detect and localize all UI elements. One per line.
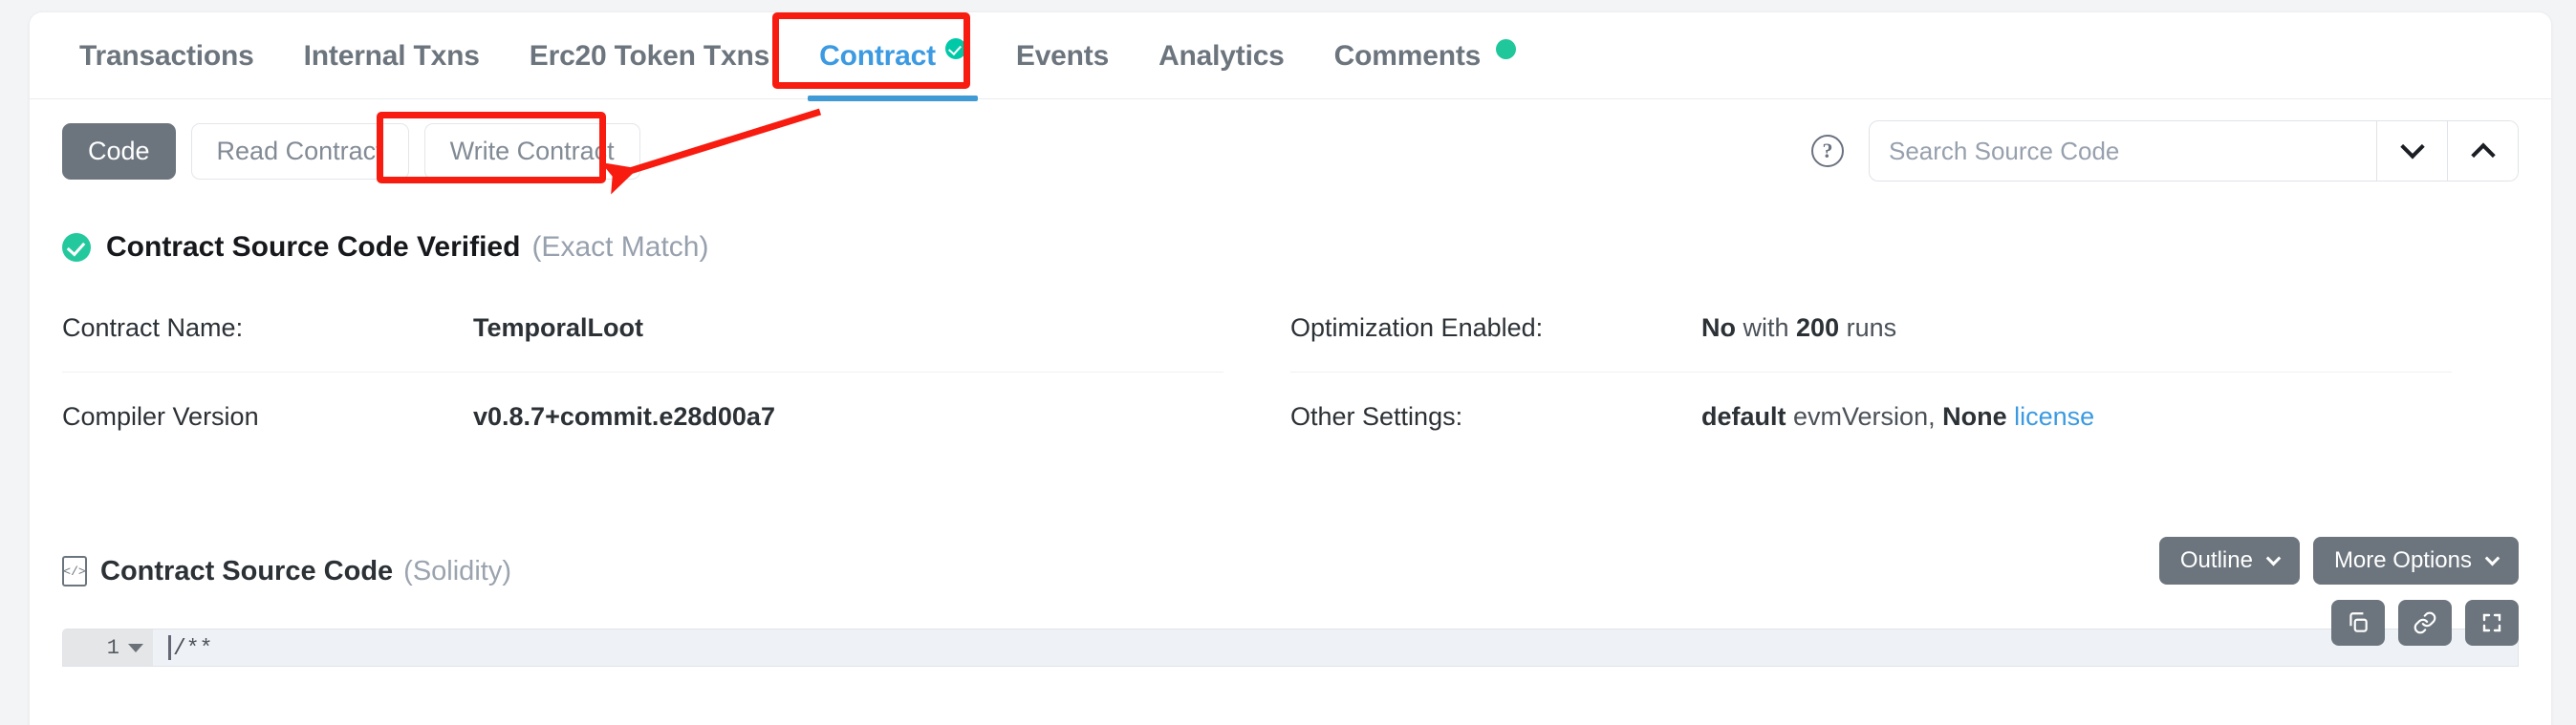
verification-status-row: Contract Source Code Verified (Exact Mat… <box>30 203 2551 269</box>
tab-label: Contract <box>819 40 936 73</box>
optimization-enabled-value: No with 200 runs <box>1701 313 1896 343</box>
contract-sub-toolbar: Code Read Contract Write Contract ? <box>30 99 2551 203</box>
verified-check-icon <box>945 38 966 59</box>
contract-details-right-column: Optimization Enabled: No with 200 runs O… <box>1290 285 2519 460</box>
chevron-up-icon <box>2471 143 2495 167</box>
contract-mode-button-group: Code Read Contract Write Contract <box>62 123 640 180</box>
tab-bar: Transactions Internal Txns Erc20 Token T… <box>30 12 2551 99</box>
verification-title: Contract Source Code Verified <box>106 231 520 264</box>
tab-label: Comments <box>1334 40 1481 73</box>
more-options-label: More Options <box>2334 547 2472 574</box>
chevron-down-icon <box>2266 550 2282 565</box>
code-text: /** <box>173 636 212 661</box>
contract-name-value: TemporalLoot <box>473 313 643 343</box>
verification-match-type: (Exact Match) <box>531 231 708 264</box>
code-button[interactable]: Code <box>62 123 176 180</box>
tab-transactions[interactable]: Transactions <box>54 13 279 98</box>
other-settings-label: Other Settings: <box>1290 402 1701 432</box>
green-dot-icon <box>1496 39 1516 59</box>
table-row: Optimization Enabled: No with 200 runs <box>1290 285 2452 373</box>
file-code-icon: </> <box>62 556 87 586</box>
tab-events[interactable]: Events <box>991 13 1134 98</box>
contract-card: Transactions Internal Txns Erc20 Token T… <box>29 11 2552 725</box>
tab-label: Transactions <box>79 40 254 73</box>
outline-label: Outline <box>2180 547 2253 574</box>
tab-label: Internal Txns <box>304 40 480 73</box>
source-options-button-group: Outline More Options <box>2159 537 2519 585</box>
search-source-code-input[interactable] <box>1870 121 2376 181</box>
copy-icon <box>2346 610 2370 635</box>
editor-gutter: 1 <box>63 629 153 666</box>
more-options-button[interactable]: More Options <box>2313 537 2519 585</box>
page-root: Transactions Internal Txns Erc20 Token T… <box>0 0 2576 725</box>
fullscreen-button[interactable] <box>2465 600 2519 646</box>
tab-contract[interactable]: Contract <box>794 11 991 100</box>
outline-button[interactable]: Outline <box>2159 537 2300 585</box>
compiler-version-value: v0.8.7+commit.e28d00a7 <box>473 402 775 432</box>
check-circle-icon <box>62 233 91 262</box>
contract-name-label: Contract Name: <box>62 313 473 343</box>
fullscreen-icon <box>2480 611 2503 634</box>
code-fold-arrow-icon[interactable] <box>128 644 143 652</box>
optimization-enabled-label: Optimization Enabled: <box>1290 313 1701 343</box>
contract-source-code-header: </> Contract Source Code (Solidity) Outl… <box>30 544 2551 598</box>
search-next-button[interactable] <box>2376 121 2447 181</box>
other-settings-value: default evmVersion, None license <box>1701 402 2094 432</box>
table-row: Other Settings: default evmVersion, None… <box>1290 373 2452 460</box>
copy-source-button[interactable] <box>2331 600 2385 646</box>
search-zone: ? <box>1811 120 2519 181</box>
tab-analytics[interactable]: Analytics <box>1134 13 1310 98</box>
text-cursor <box>168 635 171 660</box>
code-line-1: /** <box>153 635 212 661</box>
source-code-editor[interactable]: 1 /** <box>62 629 2519 667</box>
write-contract-button[interactable]: Write Contract <box>424 123 640 180</box>
table-row: Compiler Version v0.8.7+commit.e28d00a7 <box>62 373 1223 460</box>
license-link[interactable]: license <box>2007 402 2095 431</box>
line-number: 1 <box>107 636 119 660</box>
chevron-down-icon <box>2485 550 2500 565</box>
read-contract-button[interactable]: Read Contract <box>191 123 409 180</box>
contract-details-left-column: Contract Name: TemporalLoot Compiler Ver… <box>62 285 1290 460</box>
tab-label: Analytics <box>1158 40 1285 73</box>
compiler-version-label: Compiler Version <box>62 402 473 432</box>
search-prev-button[interactable] <box>2447 121 2518 181</box>
source-action-icon-group <box>2331 600 2519 646</box>
tab-erc20-token-txns[interactable]: Erc20 Token Txns <box>505 13 794 98</box>
contract-details-table: Contract Name: TemporalLoot Compiler Ver… <box>30 285 2551 460</box>
tab-label: Erc20 Token Txns <box>530 40 769 73</box>
copy-link-button[interactable] <box>2398 600 2452 646</box>
chevron-down-icon <box>2400 135 2424 159</box>
link-icon <box>2413 610 2437 635</box>
question-circle-icon[interactable]: ? <box>1811 135 1844 167</box>
tab-comments[interactable]: Comments <box>1310 12 1541 98</box>
source-code-title: Contract Source Code <box>100 556 393 587</box>
tab-internal-txns[interactable]: Internal Txns <box>279 13 505 98</box>
search-source-code-group <box>1869 120 2519 181</box>
source-code-language: (Solidity) <box>403 556 511 587</box>
table-row: Contract Name: TemporalLoot <box>62 285 1223 373</box>
tab-label: Events <box>1016 40 1109 73</box>
